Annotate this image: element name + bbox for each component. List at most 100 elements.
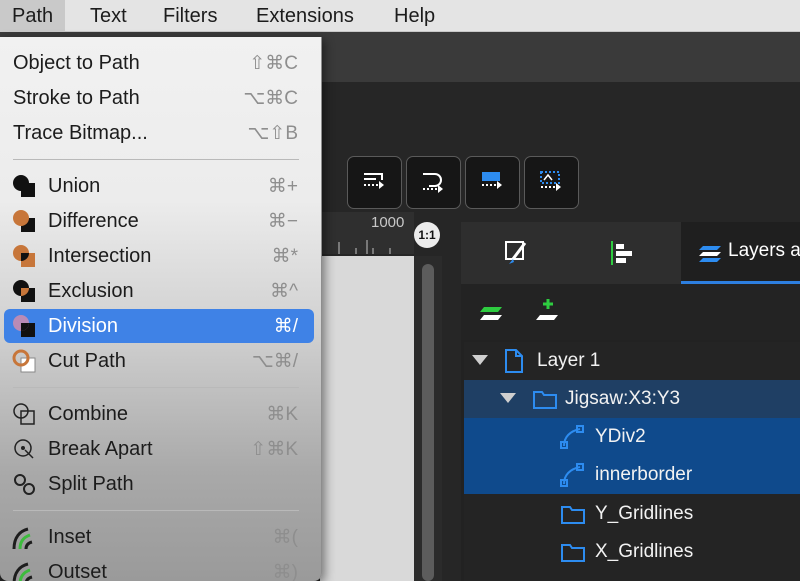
layer-row[interactable]: Jigsaw:X3:Y3 — [464, 380, 800, 418]
snap-icon — [540, 171, 561, 191]
menu-extensions[interactable]: Extensions — [244, 0, 366, 32]
combine-icon — [13, 403, 35, 425]
menu-item-break-apart[interactable]: Break Apart ⇧⌘K — [4, 432, 314, 466]
folder-icon — [561, 506, 585, 524]
menu-item-outset[interactable]: Outset ⌘) — [4, 555, 314, 581]
menu-item-label: Cut Path — [48, 350, 126, 372]
layer-label: YDiv2 — [595, 426, 646, 447]
menu-item-shortcut: ⇧⌘C — [249, 53, 298, 74]
snap-icon — [423, 173, 443, 193]
menu-item-inset[interactable]: Inset ⌘( — [4, 520, 314, 554]
menu-item-label: Intersection — [48, 245, 152, 267]
menu-item-label: Object to Path — [13, 52, 140, 74]
menu-item-division[interactable]: Division ⌘/ — [4, 309, 314, 343]
menu-item-union[interactable]: Union ⌘+ — [4, 169, 314, 203]
vertical-scrollbar[interactable] — [414, 256, 442, 581]
folder-icon — [533, 391, 557, 409]
path-node-icon — [560, 463, 584, 487]
menu-item-shortcut: ⌘/ — [273, 316, 298, 337]
snap-button-4[interactable] — [524, 156, 579, 209]
outset-icon — [12, 562, 33, 581]
path-node-icon — [560, 425, 584, 449]
menu-item-shortcut: ⌘^ — [270, 281, 298, 302]
snap-button-2[interactable] — [406, 156, 461, 209]
layer-row[interactable]: Layer 1 — [464, 342, 800, 380]
menu-item-object-to-path[interactable]: Object to Path ⇧⌘C — [4, 46, 314, 80]
menu-item-shortcut: ⌘K — [266, 404, 298, 425]
menu-item-split-path[interactable]: Split Path — [4, 467, 314, 501]
menu-item-cut-path[interactable]: Cut Path ⌥⌘/ — [4, 344, 314, 378]
menu-item-shortcut: ⌘* — [271, 246, 298, 267]
inset-icon — [12, 527, 33, 550]
menu-item-shortcut: ⇧⌘K — [250, 439, 298, 460]
menu-filters[interactable]: Filters — [151, 0, 229, 32]
layer-row[interactable]: Y_Gridlines — [464, 495, 800, 533]
layer-label: innerborder — [595, 464, 693, 485]
menu-separator — [13, 159, 299, 160]
layer-row[interactable]: YDiv2 — [464, 418, 800, 456]
menu-item-label: Combine — [48, 403, 129, 425]
menu-help[interactable]: Help — [382, 0, 447, 32]
break-apart-icon — [14, 439, 34, 459]
tab-fill-stroke[interactable] — [461, 222, 571, 284]
menu-item-label: Trace Bitmap... — [13, 122, 148, 144]
cut-path-icon — [12, 349, 36, 373]
menu-separator — [13, 387, 299, 388]
menu-separator — [13, 510, 299, 511]
add-layer-icon[interactable] — [479, 304, 505, 326]
path-menu: Object to Path ⇧⌘C Stroke to Path ⌥⌘C Tr… — [0, 37, 322, 581]
menu-item-shortcut: ⌥⇧B — [247, 123, 299, 144]
snap-button-1[interactable] — [347, 156, 402, 209]
menu-item-combine[interactable]: Combine ⌘K — [4, 397, 314, 431]
difference-icon — [13, 210, 35, 232]
tab-align[interactable] — [571, 222, 681, 284]
menu-item-difference[interactable]: Difference ⌘− — [4, 204, 314, 238]
folder-icon — [561, 544, 585, 562]
menu-item-label: Difference — [48, 210, 139, 232]
menu-item-label: Division — [48, 315, 119, 337]
expand-triangle-icon[interactable] — [500, 393, 516, 405]
menu-bar: Path Text Filters Extensions Help — [0, 0, 800, 32]
zoom-1-1-button[interactable]: 1:1 — [414, 222, 440, 248]
division-icon — [13, 315, 35, 337]
ruler-label: 1000 — [371, 214, 405, 231]
menu-item-shortcut: ⌥⌘/ — [251, 351, 298, 372]
snap-button-3[interactable] — [465, 156, 520, 209]
layer-label: Layer 1 — [537, 350, 601, 371]
menu-item-trace-bitmap[interactable]: Trace Bitmap... ⌥⇧B — [4, 116, 314, 150]
layer-page-icon — [505, 349, 523, 373]
layer-toolbar — [461, 284, 800, 340]
scrollbar-thumb[interactable] — [422, 264, 434, 581]
menu-item-label: Stroke to Path — [13, 87, 140, 109]
menu-item-label: Union — [48, 175, 101, 197]
layers-icon — [699, 246, 721, 262]
menu-item-label: Break Apart — [48, 438, 153, 460]
ruler-ticks — [338, 240, 391, 254]
layer-row[interactable]: X_Gridlines — [464, 533, 800, 571]
menu-item-shortcut: ⌘+ — [267, 176, 298, 197]
menu-item-shortcut: ⌘) — [272, 562, 298, 581]
tab-layers-label: Layers a — [728, 240, 800, 261]
layer-row[interactable]: innerborder — [464, 456, 800, 494]
menu-path[interactable]: Path — [0, 0, 66, 32]
snap-icon — [482, 172, 502, 189]
add-sublayer-icon[interactable] — [535, 298, 561, 326]
intersection-icon — [13, 245, 35, 267]
expand-triangle-icon[interactable] — [472, 355, 488, 367]
union-icon — [13, 175, 35, 197]
menu-item-shortcut: ⌥⌘C — [243, 88, 298, 109]
menu-item-exclusion[interactable]: Exclusion ⌘^ — [4, 274, 314, 308]
exclusion-icon — [13, 280, 35, 302]
canvas[interactable] — [320, 256, 414, 581]
menu-item-label: Inset — [48, 526, 92, 548]
menu-text[interactable]: Text — [78, 0, 139, 32]
layer-label: X_Gridlines — [595, 541, 694, 562]
split-path-icon — [14, 474, 35, 495]
snap-icon — [364, 173, 384, 189]
menu-item-shortcut: ⌘( — [272, 527, 298, 548]
menu-item-label: Split Path — [48, 473, 134, 495]
menu-item-stroke-to-path[interactable]: Stroke to Path ⌥⌘C — [4, 81, 314, 115]
menu-item-label: Outset — [48, 561, 107, 581]
layer-label: Jigsaw:X3:Y3 — [565, 388, 681, 409]
menu-item-intersection[interactable]: Intersection ⌘* — [4, 239, 314, 273]
